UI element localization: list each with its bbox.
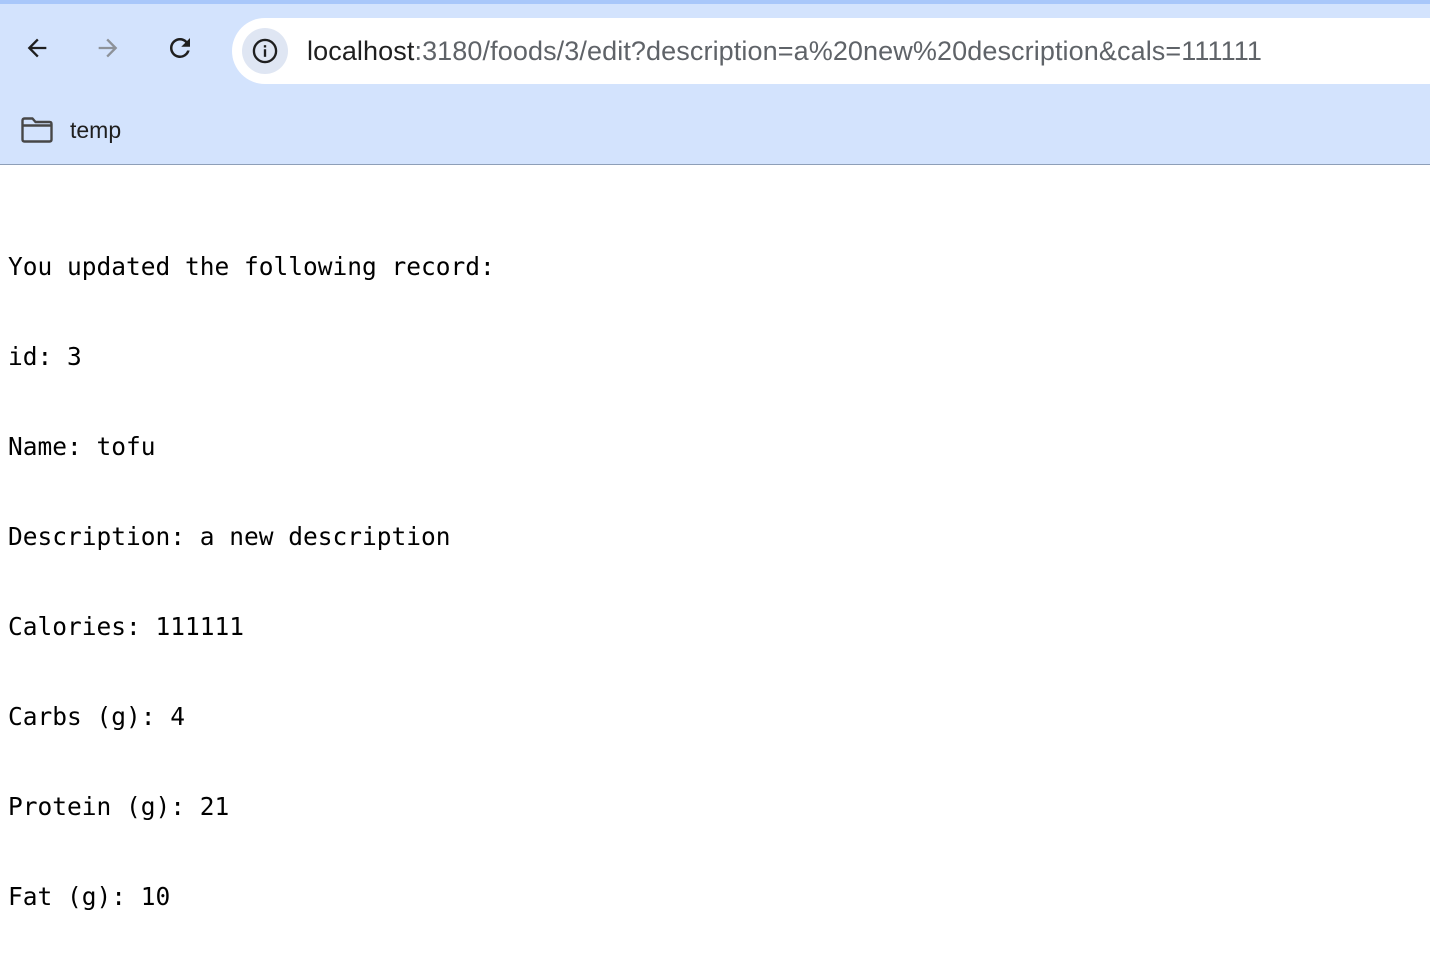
record-protein: Protein (g): 21 [8, 792, 230, 821]
record-carbs: Carbs (g): 4 [8, 702, 186, 731]
record-fat: Fat (g): 10 [8, 882, 171, 911]
forward-button[interactable] [86, 26, 130, 70]
info-icon [252, 38, 278, 64]
url-host: localhost [307, 36, 415, 66]
url-text[interactable]: localhost:3180/foods/3/edit?description=… [307, 18, 1262, 84]
folder-icon [21, 117, 53, 143]
bookmark-folder-temp[interactable]: temp [8, 108, 133, 152]
bookmarks-bar: temp [0, 98, 1430, 164]
reload-button[interactable] [158, 26, 202, 70]
site-info-button[interactable] [242, 28, 288, 74]
arrow-left-icon [27, 38, 47, 58]
record-text: You updated the following record: id: 3 … [8, 192, 495, 972]
record-id: id: 3 [8, 342, 82, 371]
record-description: Description: a new description [8, 522, 451, 551]
arrow-right-icon [98, 38, 118, 58]
reload-icon [169, 37, 190, 58]
browser-toolbar: localhost:3180/foods/3/edit?description=… [0, 4, 1430, 98]
record-calories: Calories: 111111 [8, 612, 245, 641]
url-path: :3180/foods/3/edit?description=a%20new%2… [414, 36, 1262, 66]
record-heading: You updated the following record: [8, 252, 495, 281]
browser-chrome: localhost:3180/foods/3/edit?description=… [0, 0, 1430, 165]
address-bar[interactable]: localhost:3180/foods/3/edit?description=… [232, 18, 1430, 84]
back-button[interactable] [15, 26, 59, 70]
record-name: Name: tofu [8, 432, 156, 461]
bookmark-label: temp [70, 116, 122, 143]
page-content: You updated the following record: id: 3 … [0, 165, 1430, 911]
